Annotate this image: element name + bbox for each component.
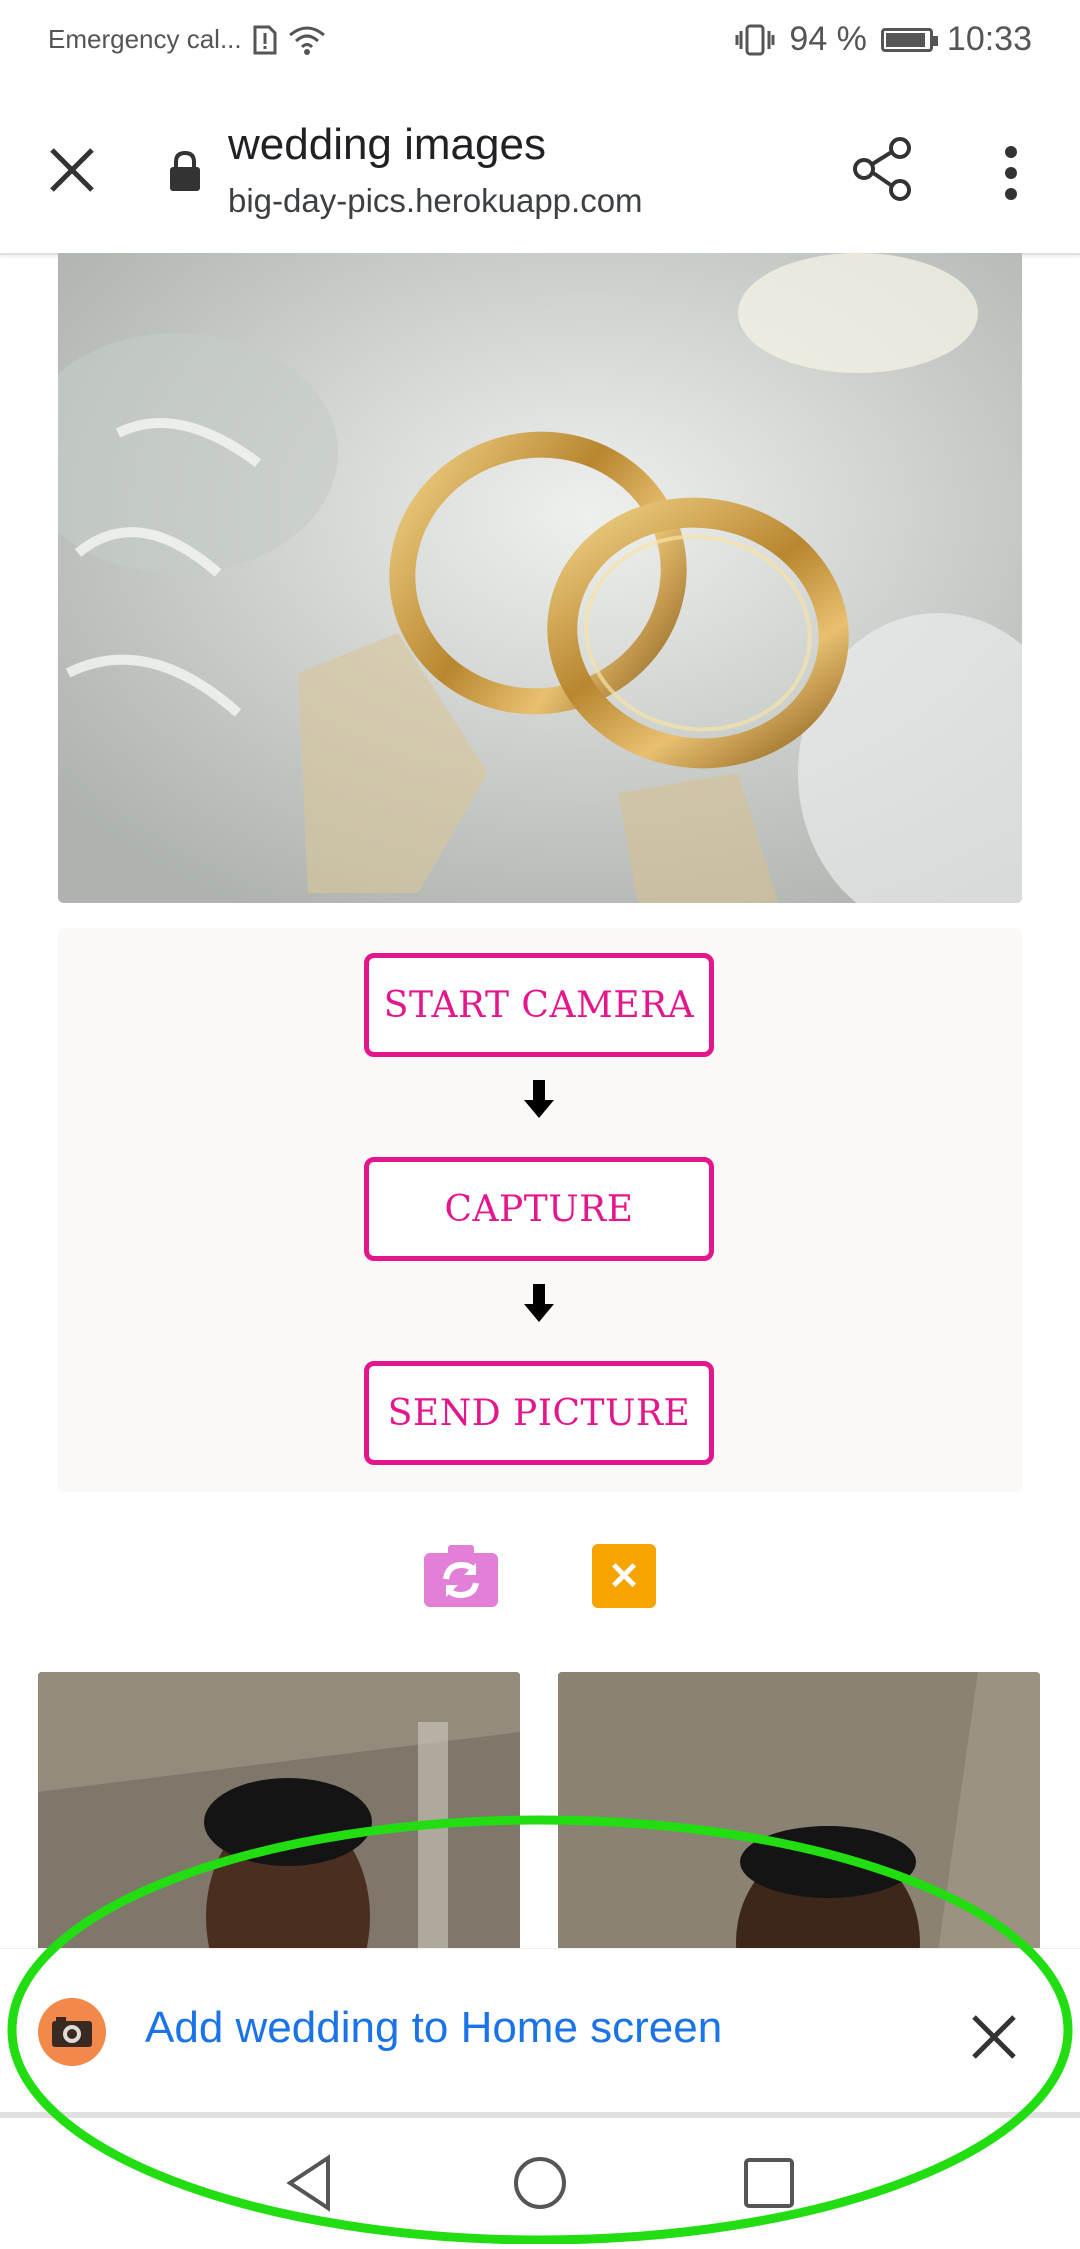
status-right: 94 % 10:33 (735, 20, 1032, 59)
back-icon[interactable] (286, 2154, 330, 2212)
wedding-rings-image (58, 253, 1022, 903)
dismiss-button[interactable] (966, 2009, 1022, 2065)
page-url[interactable]: big-day-pics.herokuapp.com (228, 182, 643, 220)
more-vert-icon (1005, 146, 1017, 200)
system-nav-bar (0, 2118, 1080, 2244)
home-icon[interactable] (514, 2157, 566, 2209)
battery-percent: 94 % (789, 20, 867, 58)
add-to-home-label[interactable]: Add wedding to Home screen (145, 2003, 722, 2053)
page-title: wedding images (228, 120, 546, 169)
vibrate-icon (735, 24, 775, 55)
rings-illustration (58, 253, 1022, 903)
send-picture-button[interactable]: SEND PICTURE (364, 1361, 714, 1465)
share-icon (853, 137, 911, 201)
clock: 10:33 (946, 20, 1032, 58)
status-left: Emergency cal... (48, 24, 326, 55)
camera-glyph (52, 2017, 92, 2047)
close-camera-button[interactable]: ✕ (592, 1544, 656, 1608)
overflow-menu-button[interactable] (996, 138, 1026, 208)
lock-icon (170, 150, 200, 191)
browser-toolbar: wedding images big-day-pics.herokuapp.co… (0, 90, 1080, 255)
photo-thumbnail[interactable] (558, 1672, 1040, 1952)
status-bar: Emergency cal... 94 % 10:33 (0, 0, 1080, 90)
arrow-down-icon (524, 1080, 554, 1118)
selfie-photo (38, 1672, 520, 1952)
recents-icon[interactable] (744, 2158, 794, 2208)
close-tab-button[interactable] (42, 140, 102, 200)
selfie-photo (558, 1672, 1040, 1952)
camera-steps-panel: START CAMERA CAPTURE SEND PICTURE (58, 928, 1022, 1492)
nav-buttons (286, 2154, 794, 2212)
battery-icon (880, 27, 938, 52)
camera-icon (38, 1998, 106, 2066)
close-icon (972, 2015, 1016, 2059)
capture-button[interactable]: CAPTURE (364, 1157, 714, 1261)
flip-camera-button[interactable] (424, 1545, 498, 1607)
camera-rotate-icon (424, 1545, 498, 1607)
add-to-home-bar[interactable]: Add wedding to Home screen (0, 1948, 1080, 2117)
close-icon (50, 148, 94, 192)
wifi-icon (288, 26, 325, 55)
arrow-down-icon (524, 1284, 554, 1322)
start-camera-button[interactable]: START CAMERA (364, 953, 714, 1057)
close-icon: ✕ (608, 1555, 640, 1598)
photo-thumbnail[interactable] (38, 1672, 520, 1952)
sim-alert-icon (253, 25, 277, 54)
carrier-text: Emergency cal... (48, 24, 242, 54)
share-button[interactable] (850, 134, 916, 204)
